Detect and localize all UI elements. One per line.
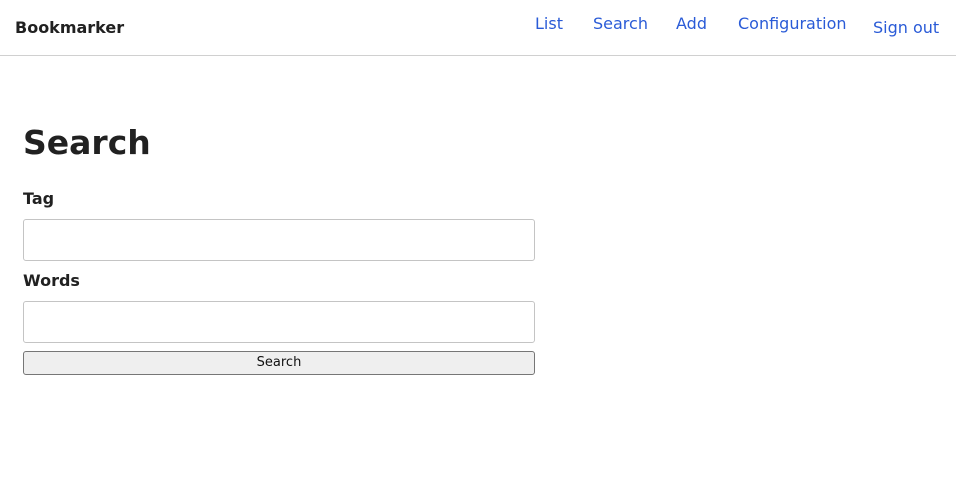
sign-out-link[interactable]: Sign out — [873, 18, 939, 38]
nav-link-search[interactable]: Search — [593, 14, 648, 34]
top-navbar: Bookmarker List Search Add Configuration… — [0, 0, 956, 56]
words-input[interactable] — [23, 301, 535, 343]
nav-link-add[interactable]: Add — [676, 14, 707, 34]
nav-link-configuration[interactable]: Configuration — [738, 14, 847, 34]
nav-link-list[interactable]: List — [535, 14, 563, 34]
words-label: Words — [23, 271, 80, 290]
tag-label: Tag — [23, 189, 55, 208]
page-title: Search — [23, 123, 151, 162]
brand-logo[interactable]: Bookmarker — [15, 18, 124, 38]
search-button[interactable]: Search — [23, 351, 535, 375]
tag-input[interactable] — [23, 219, 535, 261]
